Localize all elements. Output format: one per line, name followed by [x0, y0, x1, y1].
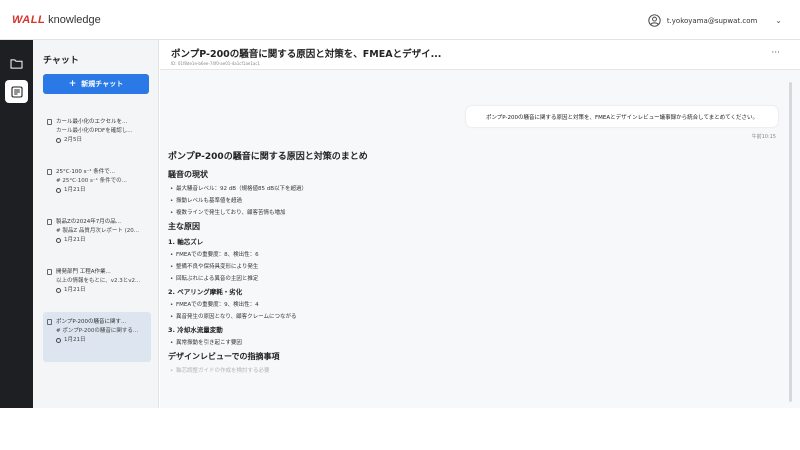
conversation-panel: ポンプP-200の騒音に関する原因と対策を、FMEAとデザイ... ID: 01… [160, 40, 800, 408]
user-icon [648, 14, 661, 27]
document-icon [47, 319, 52, 325]
message-timestamp: 午前10:15 [751, 134, 776, 140]
chat-item-title: 25°C·100 s⁻¹ 条件で... [56, 169, 116, 175]
chat-item-preview: # ポンプP-200の騒音に関する... [56, 328, 139, 334]
new-chat-button[interactable]: + 新規チャット [43, 74, 149, 94]
chat-item-title: 開発部門 工程A作業... [56, 269, 111, 275]
answer-heading: ポンプP-200の騒音に関する原因と対策のまとめ [168, 152, 368, 162]
new-chat-label: 新規チャット [81, 80, 124, 88]
list-item: 異音発生の原因となり、顧客クレームにつながる [168, 312, 608, 324]
chat-list-item[interactable]: 開発部門 工程A作業... 以上の情報をもとに、v2.3とv2... 1月21日 [43, 262, 151, 312]
chat-icon [10, 85, 23, 98]
chat-item-date: 1月21日 [64, 187, 86, 193]
list-item: 複数ラインで発生しており、顧客苦情も増加 [168, 208, 608, 220]
subsection-heading: 2. ベアリング摩耗・劣化 [168, 288, 243, 296]
chat-list-item[interactable]: カール最小化のエクセルを... カール最小化のPDFを確認し... 2月5日 [43, 112, 151, 162]
document-icon [47, 269, 52, 275]
list-item: 振動レベルも基準値を超過 [168, 196, 608, 208]
subsection-heading: 1. 軸芯ズレ [168, 238, 204, 246]
page-bottom-area [0, 408, 800, 450]
list-item: 軸芯調整ガイドの作成を検討する必要 [168, 366, 608, 378]
chat-item-date: 1月21日 [64, 237, 86, 243]
chat-item-date: 2月5日 [64, 137, 82, 143]
folder-icon [10, 59, 23, 69]
chat-item-title: カール最小化のエクセルを... [56, 119, 128, 125]
conversation-id: ID: 01f8de1e-b6ee-74f0-ae01-4a1cf1ae1ac1 [171, 61, 261, 66]
left-rail [0, 40, 33, 408]
chat-item-preview: 以上の情報をもとに、v2.3とv2... [56, 278, 141, 284]
sidebar-title: チャット [43, 56, 79, 66]
clock-icon [56, 338, 61, 343]
chat-item-title: 製品Zの2024年7月の品... [56, 219, 122, 225]
chat-item-date: 1月21日 [64, 287, 86, 293]
chat-list-item[interactable]: 25°C·100 s⁻¹ 条件で... # 25°C·100 s⁻¹ 条件での.… [43, 162, 151, 212]
chat-item-preview: カール最小化のPDFを確認し... [56, 128, 133, 134]
clock-icon [56, 288, 61, 293]
section-heading: デザインレビューでの指摘事項 [168, 352, 280, 361]
list-item: FMEAでの重要度：8、検出性：6 [168, 250, 608, 262]
clock-icon [56, 188, 61, 193]
clock-icon [56, 138, 61, 143]
document-icon [47, 219, 52, 225]
chat-list-item-selected[interactable]: ポンプP-200の騒音に関す... # ポンプP-200の騒音に関する... 1… [43, 312, 151, 362]
document-icon [47, 119, 52, 125]
chat-list-item[interactable]: 製品Zの2024年7月の品... # 製品Z 品質月次レポート (20... 1… [43, 212, 151, 262]
assistant-answer: ポンプP-200の騒音に関する原因と対策のまとめ 騒音の現状 最大騒音レベル：9… [168, 150, 608, 378]
section-heading: 騒音の現状 [168, 170, 208, 179]
list-item: 最大騒音レベル：92 dB（規格値85 dB以下を超過） [168, 184, 608, 196]
list-item: 回転ぶれによる異音の主因と推定 [168, 274, 608, 286]
user-email: t.yokoyama@supwat.com [666, 16, 758, 25]
conversation-header: ポンプP-200の騒音に関する原因と対策を、FMEAとデザイ... ID: 01… [160, 40, 800, 70]
rail-chat-button[interactable] [5, 80, 28, 103]
more-options-icon[interactable]: ··· [771, 48, 780, 58]
logo-text: knowledge [48, 14, 101, 26]
subsection-heading: 3. 冷却水流量変動 [168, 326, 223, 334]
list-item: 整備不良や保持具変形により発生 [168, 262, 608, 274]
top-bar: WALL knowledge t.yokoyama@supwat.com ⌄ [0, 0, 800, 40]
chat-item-date: 1月21日 [64, 337, 86, 343]
chat-item-title: ポンプP-200の騒音に関す... [56, 319, 127, 325]
rail-folder-button[interactable] [5, 52, 28, 75]
user-message-bubble: ポンプP-200の騒音に関する原因と対策を、FMEAとデザインレビュー議事録から… [466, 106, 778, 127]
list-item: 異常振動を引き起こす要因 [168, 338, 608, 350]
chat-list: カール最小化のエクセルを... カール最小化のPDFを確認し... 2月5日 2… [43, 112, 151, 362]
list-item: FMEAでの重要度：9、検出性：4 [168, 300, 608, 312]
scrollbar[interactable] [789, 82, 792, 402]
chat-item-preview: # 製品Z 品質月次レポート (20... [56, 228, 140, 234]
document-icon [47, 169, 52, 175]
chat-sidebar: チャット + 新規チャット カール最小化のエクセルを... カール最小化のPDF… [33, 40, 159, 408]
app-logo[interactable]: WALL knowledge [12, 14, 101, 26]
conversation-title: ポンプP-200の騒音に関する原因と対策を、FMEAとデザイ... [171, 49, 442, 60]
user-menu[interactable]: t.yokoyama@supwat.com ⌄ [648, 14, 782, 27]
chevron-down-icon[interactable]: ⌄ [775, 16, 782, 25]
logo-mark: WALL [12, 14, 46, 26]
section-heading: 主な原因 [168, 222, 200, 231]
plus-icon: + [68, 79, 77, 89]
clock-icon [56, 238, 61, 243]
user-message-text: ポンプP-200の騒音に関する原因と対策を、FMEAとデザインレビュー議事録から… [485, 114, 759, 121]
chat-item-preview: # 25°C·100 s⁻¹ 条件での... [56, 178, 127, 184]
